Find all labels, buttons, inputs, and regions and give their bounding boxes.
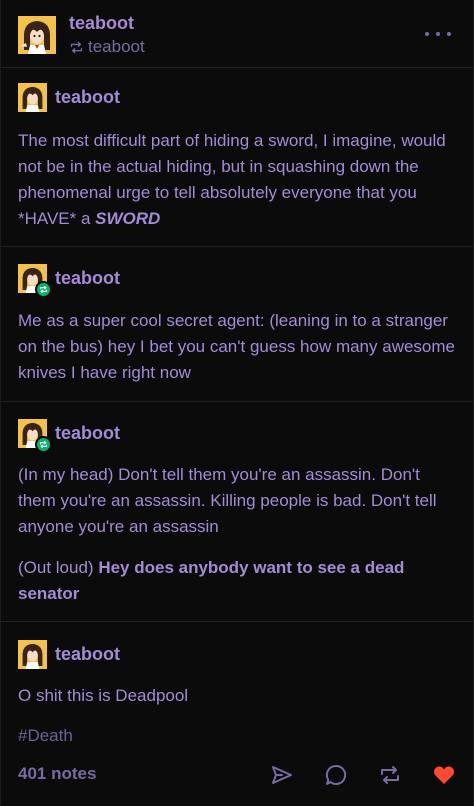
share-button[interactable] <box>269 762 295 788</box>
trail-author-name[interactable]: teaboot <box>55 268 120 289</box>
reblog-icon <box>39 285 48 294</box>
notes-count[interactable]: 401 notes <box>18 764 96 784</box>
reblogged-from-name: teaboot <box>88 37 145 56</box>
trail-author-name[interactable]: teaboot <box>55 423 120 444</box>
paragraph: (Out loud) Hey does anybody want to see … <box>18 555 458 607</box>
reblog-button[interactable] <box>377 762 403 788</box>
paragraph: The most difficult part of hiding a swor… <box>18 128 458 232</box>
trail-author[interactable]: teaboot <box>18 264 120 298</box>
more-options-button[interactable] <box>425 26 451 42</box>
like-button[interactable] <box>431 762 457 788</box>
post-actions <box>269 762 457 788</box>
reply-icon <box>325 764 347 785</box>
heart-icon <box>434 766 454 784</box>
post-footer: 401 notes <box>1 748 473 806</box>
avatar[interactable] <box>18 83 47 112</box>
avatar[interactable] <box>18 640 47 669</box>
text-span: The most difficult part of hiding a swor… <box>18 131 446 228</box>
anime-avatar-icon <box>18 83 47 112</box>
avatar[interactable] <box>18 419 52 453</box>
reblog-icon <box>39 440 48 449</box>
anime-avatar-icon <box>18 640 47 669</box>
trail-entry: teaboot (In my head) Don't tell them you… <box>1 402 473 622</box>
reblog-badge <box>35 436 52 453</box>
anime-avatar-icon <box>18 16 56 54</box>
trail-body: Me as a super cool secret agent: (leanin… <box>18 308 458 386</box>
more-options-icon <box>425 32 429 36</box>
post-card: teaboot teaboot teaboot The most difficu… <box>0 0 474 806</box>
avatar[interactable] <box>18 264 52 298</box>
more-options-dot <box>447 32 451 36</box>
reblogged-from[interactable]: teaboot <box>69 37 145 57</box>
text-span-emphasis: SWORD <box>95 209 161 228</box>
paragraph: O shit this is Deadpool <box>18 686 189 705</box>
more-options-dot <box>436 32 440 36</box>
trail-author[interactable]: teaboot <box>18 640 120 669</box>
trail-entry: teaboot Me as a super cool secret agent:… <box>1 247 473 402</box>
trail-body: (In my head) Don't tell them you're an a… <box>18 462 458 607</box>
blog-name[interactable]: teaboot <box>69 13 134 34</box>
paragraph: Me as a super cool secret agent: (leanin… <box>18 311 455 382</box>
trail-body: O shit this is Deadpool <box>18 683 458 709</box>
paragraph: (In my head) Don't tell them you're an a… <box>18 465 437 536</box>
trail-author-name[interactable]: teaboot <box>55 87 120 108</box>
trail-body: The most difficult part of hiding a swor… <box>18 128 458 232</box>
trail-author-name[interactable]: teaboot <box>55 644 120 665</box>
trail-entry: teaboot The most difficult part of hidin… <box>1 69 473 247</box>
trail-author[interactable]: teaboot <box>18 419 120 453</box>
text-span: (Out loud) <box>18 558 99 577</box>
trail-entry: teaboot O shit this is Deadpool <box>1 622 473 718</box>
post-header: teaboot teaboot <box>1 0 473 68</box>
trail-author[interactable]: teaboot <box>18 83 120 112</box>
reblog-icon <box>70 41 83 53</box>
reblog-icon <box>381 766 399 784</box>
avatar[interactable] <box>18 16 56 54</box>
reply-button[interactable] <box>323 762 349 788</box>
reblog-badge <box>35 281 52 298</box>
tag-link[interactable]: #Death <box>18 726 73 746</box>
share-icon <box>272 766 292 784</box>
